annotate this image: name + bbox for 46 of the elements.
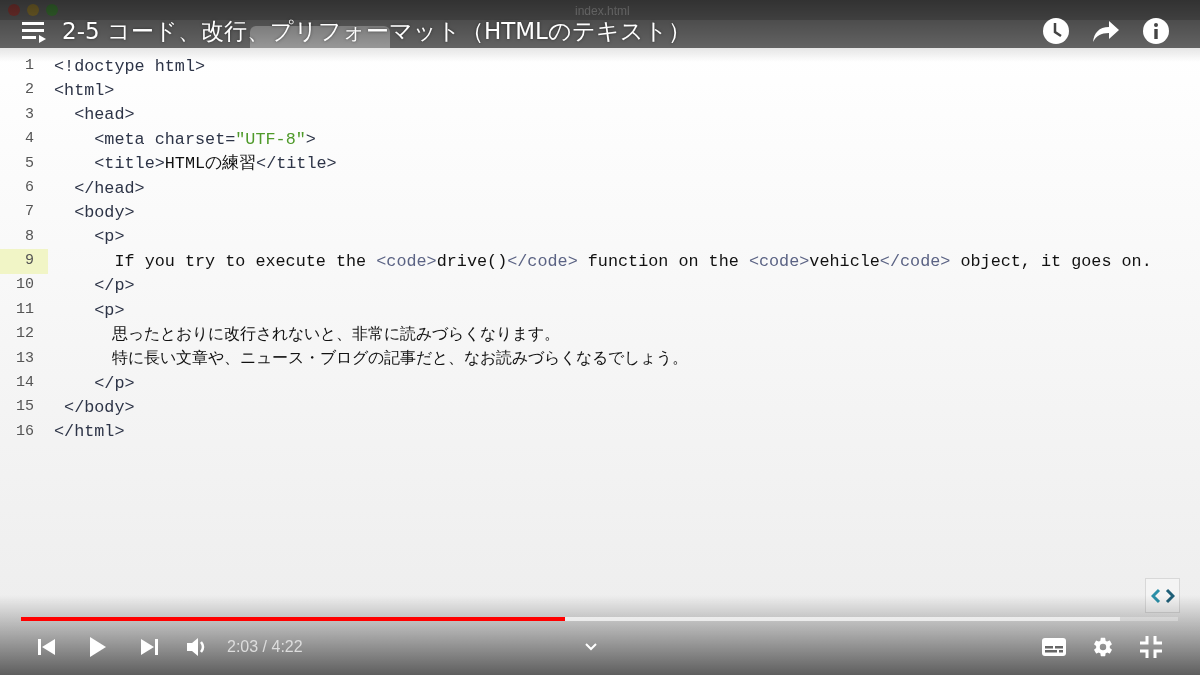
subtitles-icon[interactable] [1042,638,1066,656]
code-line: </p> [93,372,135,395]
share-icon[interactable] [1092,19,1120,43]
line-number: 5 [24,153,35,174]
line-number: 10 [15,275,35,296]
clock-icon[interactable] [1042,17,1070,45]
time-display: 2:03 / 4:22 [227,637,303,657]
code-line: </head> [73,177,145,200]
line-number: 16 [15,421,35,442]
code-line: </p> [93,275,135,298]
code-line: <meta charset="UTF-8"> [93,128,316,151]
line-number: 3 [24,104,35,125]
line-number: 12 [15,324,35,345]
line-number: 6 [24,177,35,198]
line-number: 7 [24,202,35,223]
line-number: 13 [15,348,35,369]
line-number: 1 [24,55,35,76]
line-number: 8 [24,226,35,247]
code-line: </body> [63,397,135,420]
exit-fullscreen-icon[interactable] [1140,636,1162,658]
code-line: <p> [93,226,125,249]
code-line: <title>HTMLの練習</title> [93,153,337,176]
line-number: 14 [15,373,35,393]
playlist-menu-icon[interactable] [22,19,48,43]
code-line: <body> [73,201,135,224]
code-line: <!doctype html> [54,55,206,78]
code-line: 思ったとおりに改行されないと、非常に読みづらくなります。 [110,324,560,346]
code-line: <head> [73,104,135,127]
code-line: 特に長い文章や、ニュース・ブログの記事だと、なお読みづらくなるでしょう。 [110,348,688,371]
chevron-down-icon[interactable] [584,643,597,651]
settings-icon[interactable] [1092,636,1114,658]
line-number: 4 [24,129,35,150]
code-line: <p> [93,299,125,322]
code-line: If you try to execute the <code>drive()</code> function on the <code>vehicle</code> object, it goes on. [113,250,1152,273]
previous-icon[interactable] [38,638,56,656]
channel-logo[interactable] [1145,578,1180,613]
code-line: </html> [54,421,125,444]
line-number: 9 [0,249,48,274]
video-title[interactable]: 2-5 コード、改行、プリフォーマット（HTMLのテキスト） [62,13,691,49]
line-number: 15 [15,397,35,418]
line-number: 11 [15,299,35,320]
line-number: 2 [24,80,35,101]
next-icon[interactable] [140,638,158,656]
code-line: <html> [54,80,115,102]
info-icon[interactable] [1142,17,1170,45]
play-icon[interactable] [89,636,107,658]
